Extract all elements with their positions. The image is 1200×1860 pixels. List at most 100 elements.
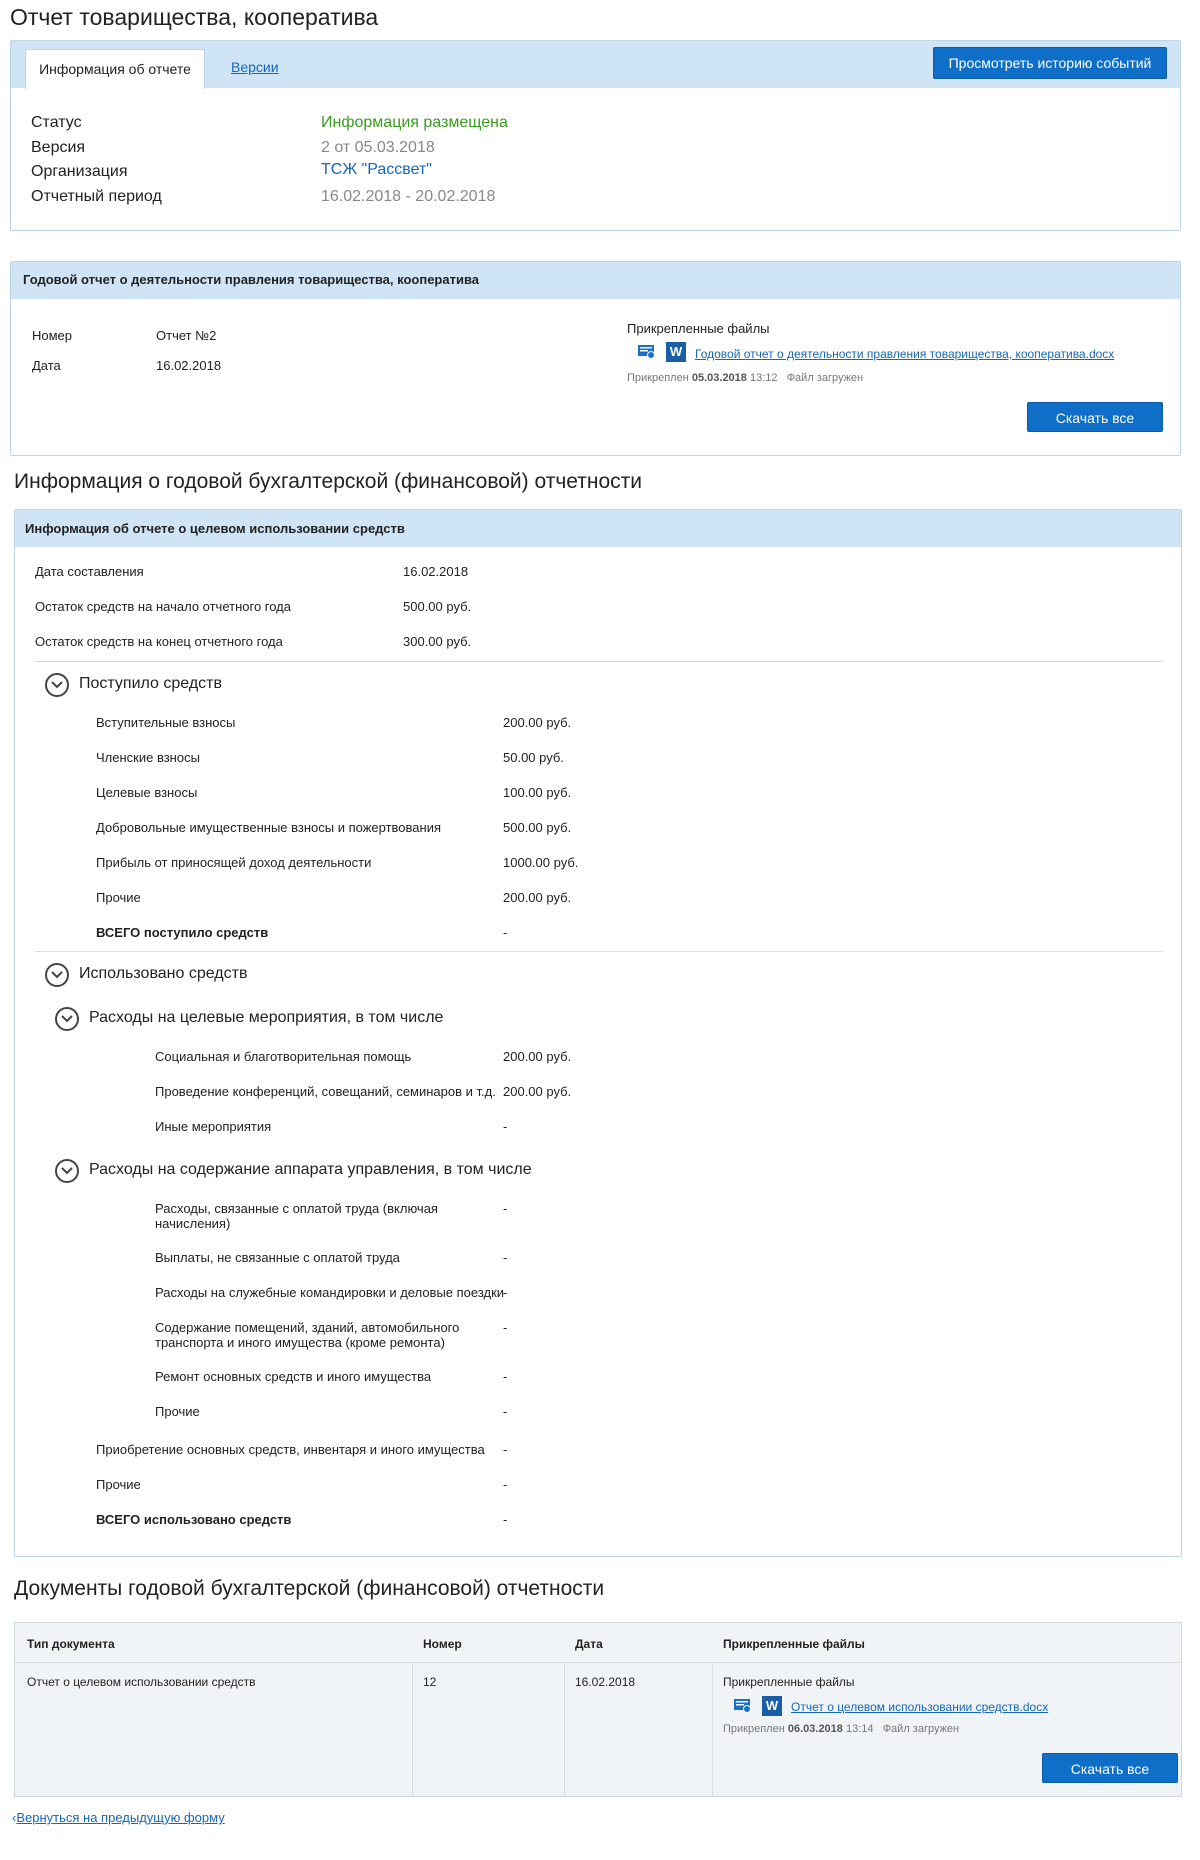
- used-total-label: ВСЕГО использовано средств: [96, 1512, 292, 1527]
- tabs-bar: Информация об отчете Версии Просмотреть …: [11, 41, 1180, 89]
- word-file-icon: W: [762, 1696, 782, 1716]
- download-all-button[interactable]: Скачать все: [1027, 402, 1163, 432]
- income-row-value: 1000.00 руб.: [503, 855, 579, 870]
- income-title: Поступило средств: [79, 675, 222, 692]
- col-header-type: Тип документа: [27, 1637, 115, 1651]
- back-link-label[interactable]: Вернуться на предыдущую форму: [16, 1810, 224, 1825]
- row-label: Дата составления: [35, 564, 144, 579]
- income-row-value: 200.00 руб.: [503, 890, 572, 905]
- annual-report-header: Годовой отчет о деятельности правления т…: [11, 262, 1180, 299]
- col-divider: [712, 1663, 713, 1796]
- used-title: Использовано средств: [79, 965, 248, 982]
- col-header-date: Дата: [575, 1637, 603, 1651]
- date-value: 16.02.2018: [156, 358, 222, 373]
- doc-files-label: Прикрепленные файлы: [723, 1675, 855, 1689]
- doc-file-link[interactable]: Отчет о целевом использовании средств.do…: [791, 1700, 1048, 1714]
- targeted-row-label: Социальная и благотворительная помощь: [155, 1049, 412, 1064]
- targeted-row-value: -: [503, 1119, 508, 1134]
- admin-row-value: -: [503, 1201, 508, 1216]
- view-history-button[interactable]: Просмотреть историю событий: [933, 47, 1167, 79]
- income-row-label: Членские взносы: [96, 750, 200, 765]
- version-value: 2 от 05.03.2018: [321, 139, 435, 156]
- tab-versions[interactable]: Версии: [231, 59, 279, 75]
- back-link[interactable]: ‹Вернуться на предыдущую форму: [12, 1810, 225, 1825]
- other-row-label: Приобретение основных средств, инвентаря…: [96, 1442, 485, 1457]
- targeted-row-label: Проведение конференций, совещаний, семин…: [155, 1084, 496, 1099]
- date-label: Дата: [32, 358, 61, 373]
- row-label: Остаток средств на начало отчетного года: [35, 599, 292, 614]
- income-row-value: 50.00 руб.: [503, 750, 564, 765]
- fin-info-header: Информация об отчете о целевом использов…: [15, 510, 1181, 547]
- income-row-value: 500.00 руб.: [503, 820, 572, 835]
- targeted-row-value: 200.00 руб.: [503, 1084, 572, 1099]
- col-header-files: Прикрепленные файлы: [723, 1637, 865, 1651]
- income-row-label: Добровольные имущественные взносы и поже…: [96, 820, 441, 835]
- doc-download-all-button[interactable]: Скачать все: [1042, 1753, 1178, 1783]
- report-info-panel: Информация об отчете Версии Просмотреть …: [10, 40, 1181, 231]
- income-row-value: 200.00 руб.: [503, 715, 572, 730]
- organization-link[interactable]: ТСЖ "Рассвет": [321, 161, 432, 179]
- fin-section-title: Информация о годовой бухгалтерской (фина…: [14, 470, 642, 493]
- targeted-row-label: Иные мероприятия: [155, 1119, 272, 1134]
- collapse-targeted-icon[interactable]: [55, 1007, 79, 1031]
- admin-row-value: -: [503, 1369, 508, 1384]
- income-total-value: -: [503, 925, 508, 940]
- docs-section-title: Документы годовой бухгалтерской (финансо…: [14, 1577, 605, 1600]
- signature-icon[interactable]: [733, 1697, 753, 1715]
- admin-row-value: -: [503, 1250, 508, 1265]
- other-row-value: -: [503, 1477, 508, 1492]
- targeted-title: Расходы на целевые мероприятия, в том чи…: [89, 1009, 444, 1026]
- col-header-number: Номер: [423, 1637, 462, 1651]
- doc-attached-meta: Прикреплен 06.03.2018 13:14 Файл загруже…: [723, 1723, 960, 1735]
- divider: [35, 951, 1163, 952]
- used-total-value: -: [503, 1512, 508, 1527]
- admin-row-value: -: [503, 1285, 508, 1300]
- status-label: Статус: [31, 114, 82, 131]
- period-label: Отчетный период: [31, 188, 162, 205]
- income-row-label: Прибыль от приносящей доход деятельности: [96, 855, 372, 870]
- annual-report-file-link[interactable]: Годовой отчет о деятельности правления т…: [695, 347, 1114, 361]
- row-value: 16.02.2018: [403, 564, 469, 579]
- doc-number: 12: [423, 1675, 437, 1689]
- signature-icon[interactable]: [637, 343, 657, 361]
- col-divider: [412, 1663, 413, 1796]
- word-file-icon: W: [666, 342, 686, 362]
- row-value: 500.00 руб.: [403, 599, 472, 614]
- admin-row-label: Расходы на служебные командировки и дело…: [155, 1285, 505, 1300]
- admin-row-label: Выплаты, не связанные с оплатой труда: [155, 1250, 400, 1265]
- income-total-label: ВСЕГО поступило средств: [96, 925, 269, 940]
- period-value: 16.02.2018 - 20.02.2018: [321, 188, 496, 205]
- doc-date: 16.02.2018: [575, 1675, 636, 1689]
- admin-row-label: Ремонт основных средств и иного имуществ…: [155, 1369, 432, 1384]
- admin-row-value: -: [503, 1320, 508, 1335]
- collapse-admin-icon[interactable]: [55, 1159, 79, 1183]
- number-value: Отчет №2: [156, 328, 217, 343]
- income-row-label: Целевые взносы: [96, 785, 198, 800]
- version-label: Версия: [31, 139, 86, 156]
- admin-row-label: Содержание помещений, зданий, автомобиль…: [155, 1320, 460, 1350]
- organization-label: Организация: [31, 163, 128, 180]
- fin-info-panel: Информация об отчете о целевом использов…: [14, 509, 1182, 1557]
- admin-row-label: Прочие: [155, 1404, 200, 1419]
- tab-report-info[interactable]: Информация об отчете: [25, 49, 205, 89]
- income-row-label: Прочие: [96, 890, 141, 905]
- status-value: Информация размещена: [321, 114, 508, 131]
- admin-row-value: -: [503, 1404, 508, 1419]
- number-label: Номер: [32, 328, 73, 343]
- other-row-value: -: [503, 1442, 508, 1457]
- row-value: 300.00 руб.: [403, 634, 472, 649]
- income-row-value: 100.00 руб.: [503, 785, 572, 800]
- targeted-row-value: 200.00 руб.: [503, 1049, 572, 1064]
- doc-type: Отчет о целевом использовании средств: [27, 1675, 256, 1689]
- annual-report-panel: Годовой отчет о деятельности правления т…: [10, 261, 1181, 456]
- collapse-income-icon[interactable]: [45, 673, 69, 697]
- row-label: Остаток средств на конец отчетного года: [35, 634, 283, 649]
- page-title: Отчет товарищества, кооператива: [10, 4, 379, 30]
- income-row-label: Вступительные взносы: [96, 715, 236, 730]
- other-row-label: Прочие: [96, 1477, 141, 1492]
- attached-files-label: Прикрепленные файлы: [627, 321, 770, 336]
- divider: [35, 661, 1163, 662]
- admin-row-label: Расходы, связанные с оплатой труда (вклю…: [155, 1201, 438, 1231]
- collapse-used-icon[interactable]: [45, 963, 69, 987]
- col-divider: [564, 1663, 565, 1796]
